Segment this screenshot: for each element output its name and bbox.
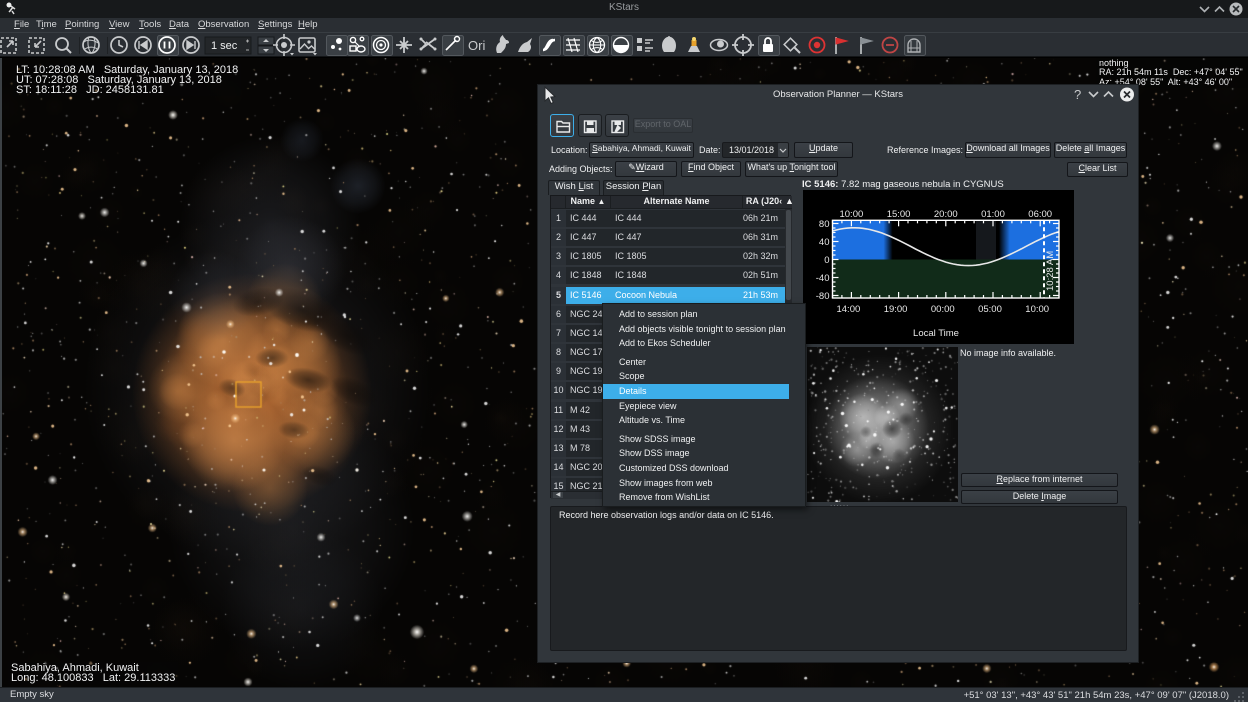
svg-text:10:00: 10:00 — [1025, 304, 1049, 315]
svg-text:20:00: 20:00 — [934, 209, 958, 220]
svg-text:Local Time: Local Time — [913, 328, 959, 339]
svg-text:10:28 AM: 10:28 AM — [1045, 251, 1056, 291]
svg-text:Ori: Ori — [468, 38, 485, 53]
svg-text:19:00: 19:00 — [884, 304, 908, 315]
svg-text:80: 80 — [819, 219, 830, 230]
svg-text:1 sec: 1 sec — [211, 40, 238, 52]
svg-text:01:00: 01:00 — [981, 209, 1005, 220]
svg-text:-40: -40 — [816, 273, 830, 284]
svg-text:14:00: 14:00 — [836, 304, 860, 315]
svg-text:15:00: 15:00 — [887, 209, 911, 220]
svg-text:05:00: 05:00 — [978, 304, 1002, 315]
svg-text:00:00: 00:00 — [931, 304, 955, 315]
svg-text:40: 40 — [819, 237, 830, 248]
svg-text:-80: -80 — [816, 291, 830, 302]
svg-text:0: 0 — [824, 255, 829, 266]
svg-text:10:00: 10:00 — [839, 209, 863, 220]
svg-text:06:00: 06:00 — [1028, 209, 1052, 220]
